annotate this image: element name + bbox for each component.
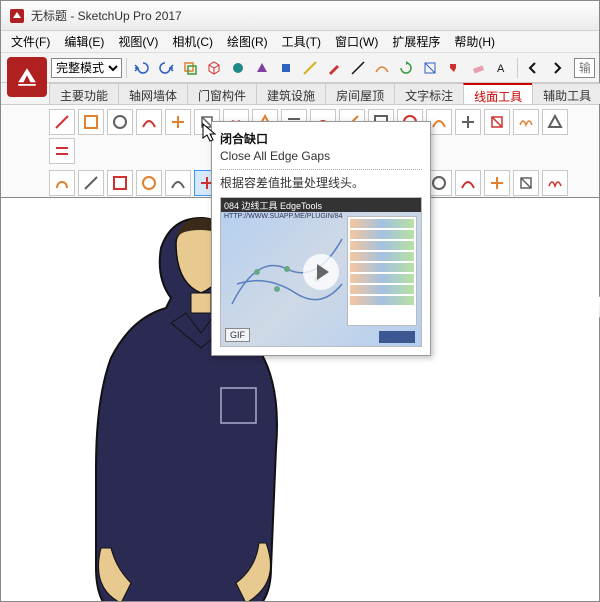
cursor-icon: [201, 122, 219, 144]
box-icon[interactable]: [203, 57, 225, 79]
preview-banner: 084 边线工具 EdgeTools: [221, 198, 421, 212]
menu-file[interactable]: 文件(F): [5, 31, 56, 52]
menu-help[interactable]: 帮助(H): [448, 31, 501, 52]
menu-tools[interactable]: 工具(T): [276, 31, 327, 52]
line-icon[interactable]: [347, 57, 369, 79]
palette-tool[interactable]: [78, 109, 104, 135]
menu-edit[interactable]: 编辑(E): [58, 31, 110, 52]
window-title: 无标题 - SketchUp Pro 2017: [31, 7, 182, 24]
nav-prev-icon[interactable]: [522, 57, 544, 79]
tab-aux[interactable]: 辅助工具: [532, 83, 600, 104]
tab-text-dim[interactable]: 文字标注: [394, 83, 464, 104]
palette-tool[interactable]: [484, 109, 510, 135]
tab-main[interactable]: 主要功能: [49, 83, 119, 104]
arc-icon[interactable]: [371, 57, 393, 79]
tab-door-window[interactable]: 门窗构件: [187, 83, 257, 104]
tooltip-popup: 闭合缺口 Close All Edge Gaps 根据容差值批量处理线头。 08…: [211, 121, 431, 356]
separator: [517, 58, 518, 78]
tab-building[interactable]: 建筑设施: [256, 83, 326, 104]
search-input[interactable]: [574, 58, 595, 78]
palette-tool[interactable]: [107, 109, 133, 135]
cube-icon[interactable]: [275, 57, 297, 79]
menu-camera[interactable]: 相机(C): [166, 31, 219, 52]
nav-next-icon[interactable]: [546, 57, 568, 79]
gif-badge: GIF: [225, 328, 250, 342]
preview-side-panel: [347, 216, 417, 326]
suapp-logo-icon[interactable]: [7, 57, 47, 97]
sphere-icon[interactable]: [227, 57, 249, 79]
titlebar: 无标题 - SketchUp Pro 2017: [1, 1, 599, 31]
palette-tool[interactable]: [513, 170, 539, 196]
rotate-icon[interactable]: [395, 57, 417, 79]
palette-tool[interactable]: [49, 170, 75, 196]
suapp-badge-icon: [379, 331, 415, 343]
app-window: 无标题 - SketchUp Pro 2017 文件(F) 编辑(E) 视图(V…: [0, 0, 600, 602]
paint-icon[interactable]: [443, 57, 465, 79]
menu-window[interactable]: 窗口(W): [329, 31, 384, 52]
tooltip-title: 闭合缺口: [220, 130, 422, 147]
tab-line-face[interactable]: 线面工具: [463, 83, 533, 104]
menu-extensions[interactable]: 扩展程序: [386, 31, 446, 52]
tooltip-preview: 084 边线工具 EdgeTools HTTP://WWW.SUAPP.ME/P…: [220, 197, 422, 347]
command-search: [574, 58, 595, 78]
copy-icon[interactable]: [179, 57, 201, 79]
tooltip-description: 根据容差值批量处理线头。: [220, 174, 422, 191]
play-icon: [303, 254, 339, 290]
palette-tool[interactable]: [542, 109, 568, 135]
measure-icon[interactable]: [299, 57, 321, 79]
menu-draw[interactable]: 绘图(R): [221, 31, 274, 52]
undo-icon[interactable]: [131, 57, 153, 79]
menu-view[interactable]: 视图(V): [112, 31, 164, 52]
palette-tool[interactable]: [136, 170, 162, 196]
app-icon: [9, 8, 25, 24]
eraser-icon[interactable]: [467, 57, 489, 79]
palette-tool[interactable]: [49, 138, 75, 164]
text-icon[interactable]: A: [491, 57, 513, 79]
palette-tool[interactable]: [165, 109, 191, 135]
palette-tool[interactable]: [513, 109, 539, 135]
palette-tool[interactable]: [165, 170, 191, 196]
mode-select[interactable]: 完整模式: [51, 58, 122, 78]
preview-banner-left: 084 边线工具 EdgeTools: [224, 199, 322, 211]
tooltip-subtitle: Close All Edge Gaps: [220, 149, 422, 163]
tab-axis-wall[interactable]: 轴网墙体: [118, 83, 188, 104]
tab-room-roof[interactable]: 房间屋顶: [325, 83, 395, 104]
scale-icon[interactable]: [419, 57, 441, 79]
palette-tool[interactable]: [455, 109, 481, 135]
palette-tool[interactable]: [49, 109, 75, 135]
palette-tool[interactable]: [484, 170, 510, 196]
pencil-icon[interactable]: [323, 57, 345, 79]
palette-tool[interactable]: [455, 170, 481, 196]
menubar: 文件(F) 编辑(E) 视图(V) 相机(C) 绘图(R) 工具(T) 窗口(W…: [1, 31, 599, 53]
divider: [220, 169, 422, 170]
palette-tool[interactable]: [78, 170, 104, 196]
svg-text:A: A: [497, 63, 505, 75]
palette-tool[interactable]: [136, 109, 162, 135]
separator: [126, 58, 127, 78]
ribbon-tabs: 主要功能 轴网墙体 门窗构件 建筑设施 房间屋顶 文字标注 线面工具 辅助工具 …: [1, 83, 599, 105]
pyramid-icon[interactable]: [251, 57, 273, 79]
main-toolbar: 完整模式 A: [1, 53, 599, 83]
redo-icon[interactable]: [155, 57, 177, 79]
palette-tool[interactable]: [107, 170, 133, 196]
palette-tool[interactable]: [542, 170, 568, 196]
